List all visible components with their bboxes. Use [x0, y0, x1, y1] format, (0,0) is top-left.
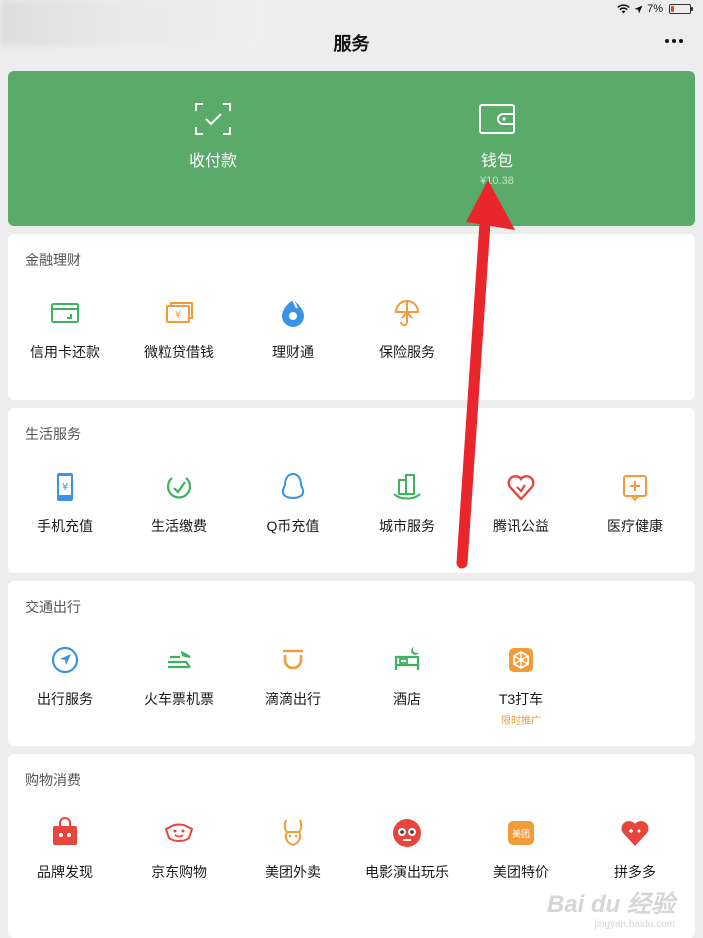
section-transport: 交通出行 出行服务 火车票机票 滴滴出行 酒店 T3打车 限时推广 [8, 581, 695, 746]
service-weili-loan[interactable]: ¥ 微粒贷借钱 [122, 296, 236, 362]
service-label: 电影演出玩乐 [365, 864, 449, 880]
service-pinduoduo[interactable]: 拼多多 [578, 816, 692, 882]
location-arrow-icon [634, 5, 643, 13]
service-label: Q币充值 [266, 518, 320, 534]
didi-icon [283, 649, 303, 670]
service-didi[interactable]: 滴滴出行 [236, 643, 350, 709]
service-insurance[interactable]: 保险服务 [350, 296, 464, 362]
loan-icon: ¥ [166, 302, 193, 323]
wallet-button[interactable]: 钱包 ¥10.38 [397, 101, 597, 187]
service-label: 拼多多 [614, 864, 656, 880]
service-label: 微粒贷借钱 [144, 344, 214, 360]
wifi-icon [617, 4, 630, 14]
service-label: 酒店 [393, 691, 421, 707]
service-label: 城市服务 [379, 518, 435, 534]
meituan-deal-icon: 美团 [508, 821, 534, 845]
wallet-icon [479, 104, 515, 134]
battery-icon [669, 4, 693, 14]
service-jd[interactable]: 京东购物 [122, 816, 236, 882]
watermark-main: Bai du 经验 [546, 891, 675, 918]
service-label: 火车票机票 [144, 691, 214, 707]
service-label: 手机充值 [37, 518, 93, 534]
battery-percent: 7% [647, 3, 663, 15]
wallet-label: 钱包 [480, 153, 513, 170]
service-hotel[interactable]: 酒店 [350, 643, 464, 709]
service-tencent-charity[interactable]: 腾讯公益 [464, 470, 578, 536]
service-train-flight[interactable]: 火车票机票 [122, 643, 236, 709]
section-life: 生活服务 ¥ 手机充值 生活缴费 Q币充值 城市服务 腾讯公益 医疗健康 [8, 408, 695, 573]
meituan-delivery-icon [283, 819, 303, 847]
jd-icon [164, 823, 194, 842]
service-credit-card-repay[interactable]: 信用卡还款 [8, 296, 122, 362]
service-label: 理财通 [272, 344, 314, 360]
service-utility-payment[interactable]: 生活缴费 [122, 470, 236, 536]
service-movie-show[interactable]: 电影演出玩乐 [350, 816, 464, 882]
charity-icon [507, 475, 535, 501]
service-label: 滴滴出行 [265, 691, 321, 707]
wealth-icon [282, 299, 304, 327]
service-grid: 信用卡还款 ¥ 微粒贷借钱 理财通 保险服务 [8, 296, 695, 376]
qq-coin-icon [281, 472, 305, 500]
hero-card: 收付款 钱包 ¥10.38 [8, 71, 695, 226]
service-grid: ¥ 手机充值 生活缴费 Q币充值 城市服务 腾讯公益 医疗健康 [8, 470, 695, 550]
status-bar: 7% [0, 0, 703, 46]
train-ticket-icon [168, 651, 191, 669]
phone-recharge-icon: ¥ [57, 473, 73, 501]
status-indicators: 7% [617, 3, 693, 15]
city-service-icon [393, 474, 421, 500]
service-label: 生活缴费 [151, 518, 207, 534]
service-city[interactable]: 城市服务 [350, 470, 464, 536]
section-title: 金融理财 [25, 252, 81, 268]
section-title: 生活服务 [25, 426, 81, 442]
t3-taxi-icon [509, 648, 533, 672]
service-label: 出行服务 [37, 691, 93, 707]
service-label: 医疗健康 [607, 518, 663, 534]
nav-bar: 服务 [0, 20, 703, 64]
travel-icon [51, 646, 79, 674]
service-licaitong[interactable]: 理财通 [236, 296, 350, 362]
brand-icon [53, 817, 77, 845]
service-brand-discovery[interactable]: 品牌发现 [8, 816, 122, 882]
service-phone-recharge[interactable]: ¥ 手机充值 [8, 470, 122, 536]
medical-icon [623, 475, 647, 502]
credit-card-icon [51, 303, 79, 323]
svg-text:¥: ¥ [175, 310, 181, 321]
svg-text:¥: ¥ [62, 482, 68, 493]
service-meituan-deal[interactable]: 美团 美团特价 [464, 816, 578, 882]
section-title: 购物消费 [25, 772, 81, 788]
more-options-button[interactable] [661, 28, 687, 54]
page-title: 服务 [333, 34, 370, 54]
pay-receive-button[interactable]: 收付款 [113, 101, 313, 171]
hotel-icon [394, 647, 420, 670]
scan-pay-icon [195, 103, 231, 135]
utility-payment-icon [166, 477, 192, 499]
service-label: 腾讯公益 [493, 518, 549, 534]
more-dots-icon [665, 39, 683, 43]
service-label: T3打车 [498, 691, 544, 707]
section-title: 交通出行 [25, 599, 81, 615]
service-label: 信用卡还款 [30, 344, 100, 360]
service-label: 京东购物 [151, 864, 207, 880]
baidu-watermark: Bai du 经验 jingyan.baidu.com [547, 884, 675, 930]
insurance-icon [394, 300, 420, 326]
pinduoduo-icon [621, 821, 649, 846]
wallet-balance: ¥10.38 [480, 175, 514, 187]
service-label: 美团特价 [493, 864, 549, 880]
service-travel[interactable]: 出行服务 [8, 643, 122, 709]
service-qq-coin[interactable]: Q币充值 [236, 470, 350, 536]
promo-tag: 限时推广 [501, 716, 541, 727]
service-meituan-delivery[interactable]: 美团外卖 [236, 816, 350, 882]
service-label: 保险服务 [379, 344, 435, 360]
movie-icon [393, 819, 421, 847]
service-label: 美团外卖 [265, 864, 321, 880]
watermark-sub: jingyan.baidu.com [594, 919, 675, 930]
service-medical[interactable]: 医疗健康 [578, 470, 692, 536]
service-label: 品牌发现 [37, 864, 93, 880]
svg-text:美团: 美团 [512, 828, 530, 840]
service-t3-taxi[interactable]: T3打车 限时推广 [464, 643, 578, 727]
pay-receive-label: 收付款 [188, 153, 237, 170]
service-grid: 出行服务 火车票机票 滴滴出行 酒店 T3打车 限时推广 [8, 643, 695, 727]
section-finance: 金融理财 信用卡还款 ¥ 微粒贷借钱 理财通 保险服务 [8, 234, 695, 400]
